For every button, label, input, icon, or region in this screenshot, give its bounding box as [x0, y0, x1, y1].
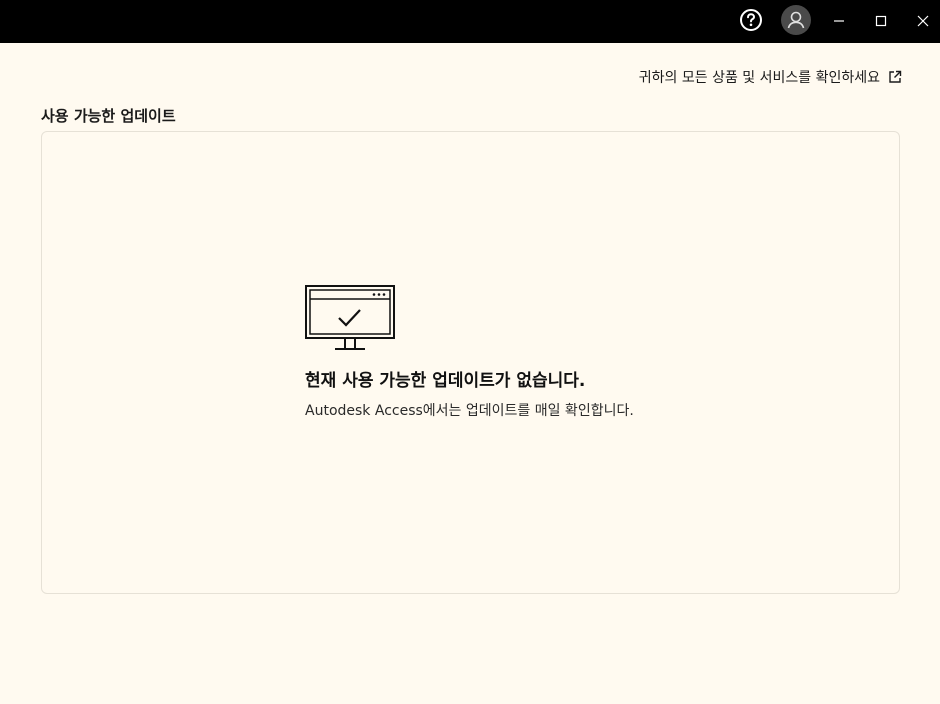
maximize-button[interactable] [866, 0, 896, 43]
all-products-link-label: 귀하의 모든 상품 및 서비스를 확인하세요 [638, 70, 880, 86]
user-avatar-icon [781, 4, 811, 39]
all-products-link[interactable]: 귀하의 모든 상품 및 서비스를 확인하세요 [639, 67, 902, 87]
empty-state-description: Autodesk Access에서는 업데이트를 매일 확인합니다. [305, 403, 634, 419]
updates-panel: 현재 사용 가능한 업데이트가 없습니다. Autodesk Access에서는… [41, 131, 900, 594]
section-title: 사용 가능한 업데이트 [41, 107, 176, 125]
empty-state-title: 현재 사용 가능한 업데이트가 없습니다. [305, 371, 586, 391]
help-button[interactable] [737, 0, 765, 43]
user-avatar-button[interactable] [780, 0, 812, 43]
minimize-button[interactable] [824, 0, 854, 43]
maximize-icon [875, 12, 887, 31]
external-link-icon [888, 70, 902, 84]
title-bar [0, 0, 940, 43]
close-icon [917, 12, 929, 31]
monitor-check-icon [305, 285, 397, 353]
minimize-icon [833, 12, 845, 31]
question-circle-icon [739, 8, 763, 36]
main-content: 귀하의 모든 상품 및 서비스를 확인하세요 사용 가능한 업데이트 현재 사용… [0, 43, 940, 704]
close-button[interactable] [908, 0, 938, 43]
